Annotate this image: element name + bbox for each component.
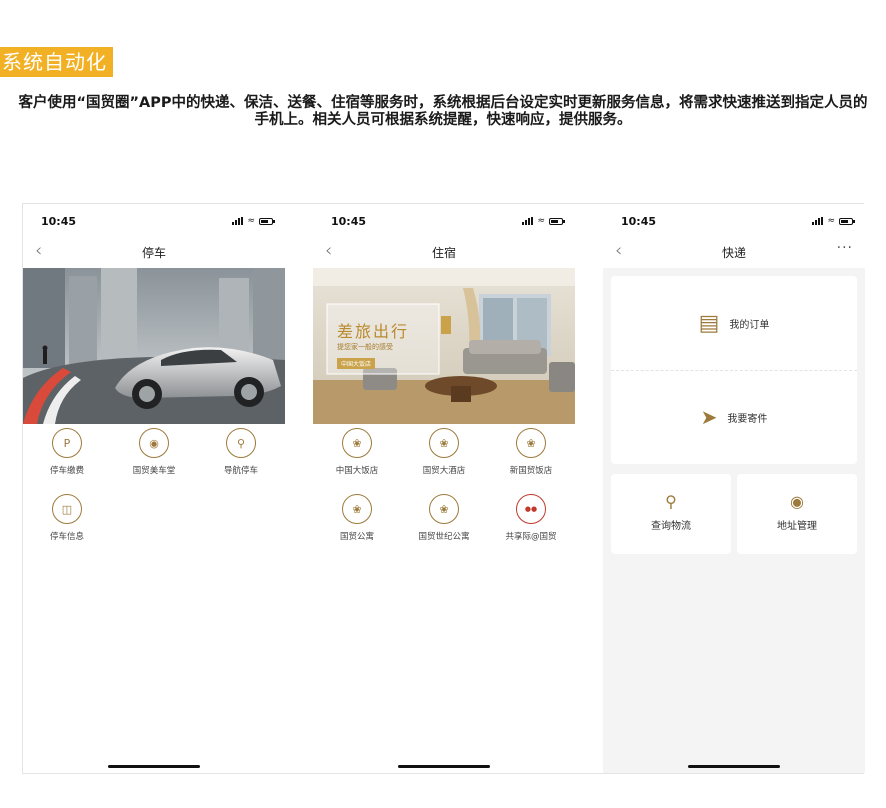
service-label: 停车信息 <box>49 532 84 542</box>
send-parcel-label: 我要寄件 <box>727 413 768 425</box>
wifi-icon: ≈ <box>247 216 255 226</box>
express-main-card: ▤ 我的订单 ➤ 我要寄件 <box>611 276 857 464</box>
hotel-century-apartments[interactable]: ❀ 国贸世纪公寓 <box>400 494 488 542</box>
service-label: 国贸美车堂 <box>132 466 176 476</box>
hotel-logo-icon: ❀ <box>429 428 459 458</box>
phone-express: 10:45 ≈ ‹ 快递 ··· ▤ 我的订单 ➤ 我要寄件 ⚲ 查询物流 ◉ … <box>603 204 865 773</box>
hotel-label: 中国大饭店 <box>335 466 379 476</box>
track-logistics-button[interactable]: ⚲ 查询物流 <box>611 474 731 554</box>
hotel-china-world-tower[interactable]: ❀ 国贸大酒店 <box>400 428 488 476</box>
status-bar: 10:45 ≈ <box>603 204 865 238</box>
battery-icon <box>839 217 855 225</box>
hotel-traders[interactable]: ❀ 新国贸饭店 <box>487 428 575 476</box>
home-indicator <box>688 765 780 768</box>
nav-bar: ‹ 住宿 <box>313 238 575 268</box>
search-icon: ⚲ <box>665 492 677 511</box>
wifi-icon: ≈ <box>827 216 835 226</box>
status-icons: ≈ <box>232 216 275 226</box>
phone-parking: 10:45 ≈ ‹ 停车 P 停车缴费 ◉ 国贸美车堂 ⚲ 导航停车 ◫ 停车信… <box>23 204 285 773</box>
banner-tagline: 提您家一般的感受 <box>337 343 393 351</box>
status-time: 10:45 <box>621 215 657 228</box>
nav-bar: ‹ 快递 ··· <box>603 238 865 268</box>
address-management-button[interactable]: ◉ 地址管理 <box>737 474 857 554</box>
car-photo <box>23 268 285 424</box>
screenshots-panel: 10:45 ≈ ‹ 停车 P 停车缴费 ◉ 国贸美车堂 ⚲ 导航停车 ◫ 停车信… <box>22 203 865 774</box>
page-title: 停车 <box>141 246 166 260</box>
wifi-icon: ≈ <box>537 216 545 226</box>
status-bar: 10:45 ≈ <box>313 204 575 238</box>
paper-plane-icon: ➤ <box>700 405 718 429</box>
signal-icon <box>232 217 244 225</box>
hotel-china-world[interactable]: ❀ 中国大饭店 <box>313 428 401 476</box>
parking-pay-icon: P <box>52 428 82 458</box>
hotel-label: 新国贸饭店 <box>509 466 553 476</box>
section-heading: 系统自动化 <box>0 47 113 77</box>
my-orders-label: 我的订单 <box>729 319 770 331</box>
signal-icon <box>812 217 824 225</box>
parking-hero-image <box>23 268 285 424</box>
location-pin-icon: ◉ <box>790 492 804 511</box>
car-search-icon: ⚲ <box>226 428 256 458</box>
address-management-label: 地址管理 <box>777 521 817 532</box>
banner-headline: 差旅出行 <box>337 322 410 341</box>
hotel-logo-icon: ❀ <box>516 428 546 458</box>
nav-bar: ‹ 停车 <box>23 238 285 268</box>
service-label: 导航停车 <box>223 466 258 476</box>
battery-icon <box>549 217 565 225</box>
clipboard-icon: ▤ <box>698 310 720 336</box>
hotel-label: 国贸公寓 <box>339 532 374 542</box>
battery-icon <box>259 217 275 225</box>
page-title: 住宿 <box>431 246 456 260</box>
more-options-icon[interactable]: ··· <box>837 240 853 256</box>
home-indicator <box>398 765 490 768</box>
my-orders-button[interactable]: ▤ 我的订单 <box>611 276 857 370</box>
hotel-apartments[interactable]: ❀ 国贸公寓 <box>313 494 401 542</box>
track-logistics-label: 查询物流 <box>651 521 691 532</box>
status-time: 10:45 <box>41 215 77 228</box>
hotel-shared-space[interactable]: ●● 共享际@国贸 <box>487 494 575 542</box>
service-parking-pay[interactable]: P 停车缴费 <box>23 428 111 476</box>
home-indicator <box>108 765 200 768</box>
lodging-hero-banner[interactable]: 差旅出行 提您家一般的感受 中国大饭店 <box>313 268 575 424</box>
signal-icon <box>522 217 534 225</box>
service-label: 停车缴费 <box>49 466 84 476</box>
hotel-label: 国贸世纪公寓 <box>418 532 470 542</box>
status-time: 10:45 <box>331 215 367 228</box>
service-car-care[interactable]: ◉ 国贸美车堂 <box>110 428 198 476</box>
hotel-label: 共享际@国贸 <box>505 532 557 542</box>
banner-button[interactable]: 中国大饭店 <box>337 358 376 369</box>
page-title: 快递 <box>721 246 746 260</box>
brand-logo-icon: ●● <box>516 494 546 524</box>
service-nav-parking[interactable]: ⚲ 导航停车 <box>197 428 285 476</box>
car-care-icon: ◉ <box>139 428 169 458</box>
hotel-label: 国贸大酒店 <box>422 466 466 476</box>
phone-lodging: 10:45 ≈ ‹ 住宿 差旅出行 提您家一般的感受 中国大饭店 ❀ 中国大饭店… <box>313 204 575 773</box>
send-parcel-button[interactable]: ➤ 我要寄件 <box>611 370 857 464</box>
hotel-logo-icon: ❀ <box>342 494 372 524</box>
hotel-logo-icon: ❀ <box>342 428 372 458</box>
status-icons: ≈ <box>812 216 855 226</box>
service-parking-info[interactable]: ◫ 停车信息 <box>23 494 111 542</box>
intro-paragraph: 客户使用“国贸圈”APP中的快递、保洁、送餐、住宿等服务时，系统根据后台设定实时… <box>18 95 868 128</box>
status-icons: ≈ <box>522 216 565 226</box>
hotel-logo-icon: ❀ <box>429 494 459 524</box>
car-info-icon: ◫ <box>52 494 82 524</box>
status-bar: 10:45 ≈ <box>23 204 285 238</box>
